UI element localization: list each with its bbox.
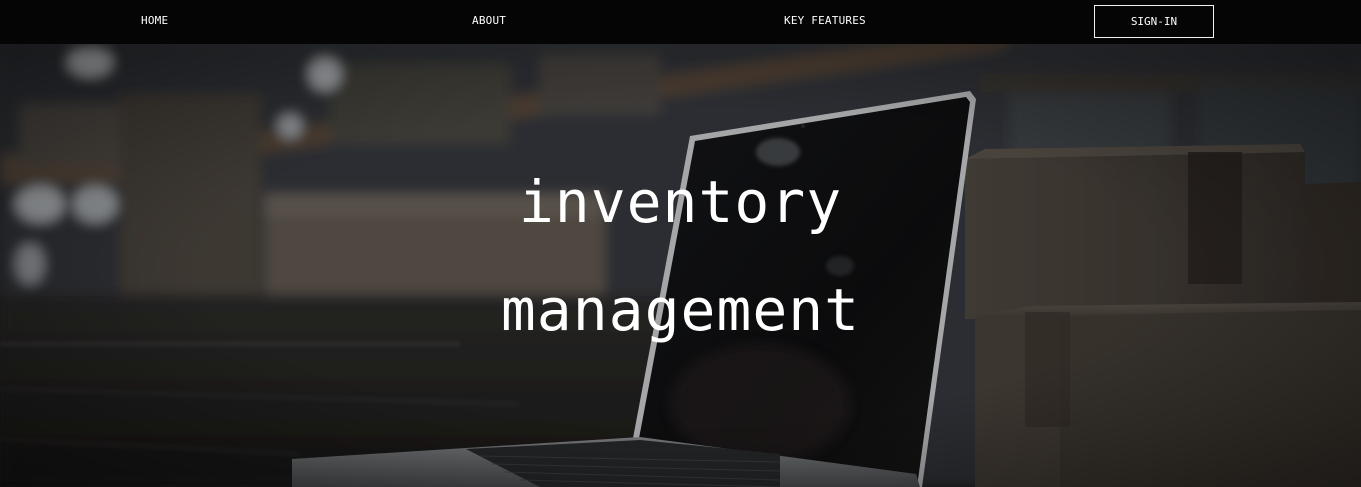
nav-link-about[interactable]: ABOUT bbox=[472, 0, 506, 44]
landing-page: HOME ABOUT KEY FEATURES SIGN-IN inventor… bbox=[0, 0, 1361, 487]
sign-in-button[interactable]: SIGN-IN bbox=[1094, 5, 1214, 38]
top-navigation-bar: HOME ABOUT KEY FEATURES SIGN-IN bbox=[0, 0, 1361, 44]
nav-link-home[interactable]: HOME bbox=[141, 0, 168, 44]
hero-title-line-1: inventory bbox=[518, 168, 843, 236]
hero-title: inventory management bbox=[0, 148, 1361, 364]
nav-link-key-features[interactable]: KEY FEATURES bbox=[784, 0, 866, 44]
hero-title-line-2: management bbox=[500, 276, 861, 344]
hero-section: inventory management bbox=[0, 44, 1361, 487]
